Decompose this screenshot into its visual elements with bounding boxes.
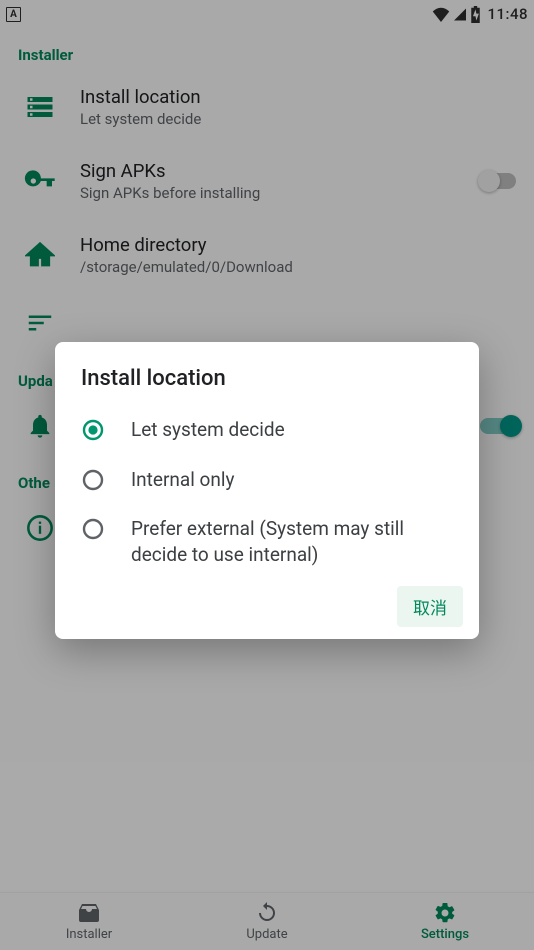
- radio-label: Prefer external (System may still decide…: [131, 516, 453, 567]
- dialog-title: Install location: [55, 366, 479, 405]
- radio-option-prefer-external[interactable]: Prefer external (System may still decide…: [55, 504, 479, 579]
- install-location-dialog: Install location Let system decide Inter…: [55, 342, 479, 639]
- radio-unselected-icon: [81, 517, 105, 541]
- radio-label: Internal only: [131, 467, 235, 493]
- radio-selected-icon: [81, 418, 105, 442]
- radio-label: Let system decide: [131, 417, 285, 443]
- cancel-button[interactable]: 取消: [397, 586, 463, 627]
- radio-unselected-icon: [81, 468, 105, 492]
- radio-option-internal-only[interactable]: Internal only: [55, 455, 479, 505]
- radio-option-system-decide[interactable]: Let system decide: [55, 405, 479, 455]
